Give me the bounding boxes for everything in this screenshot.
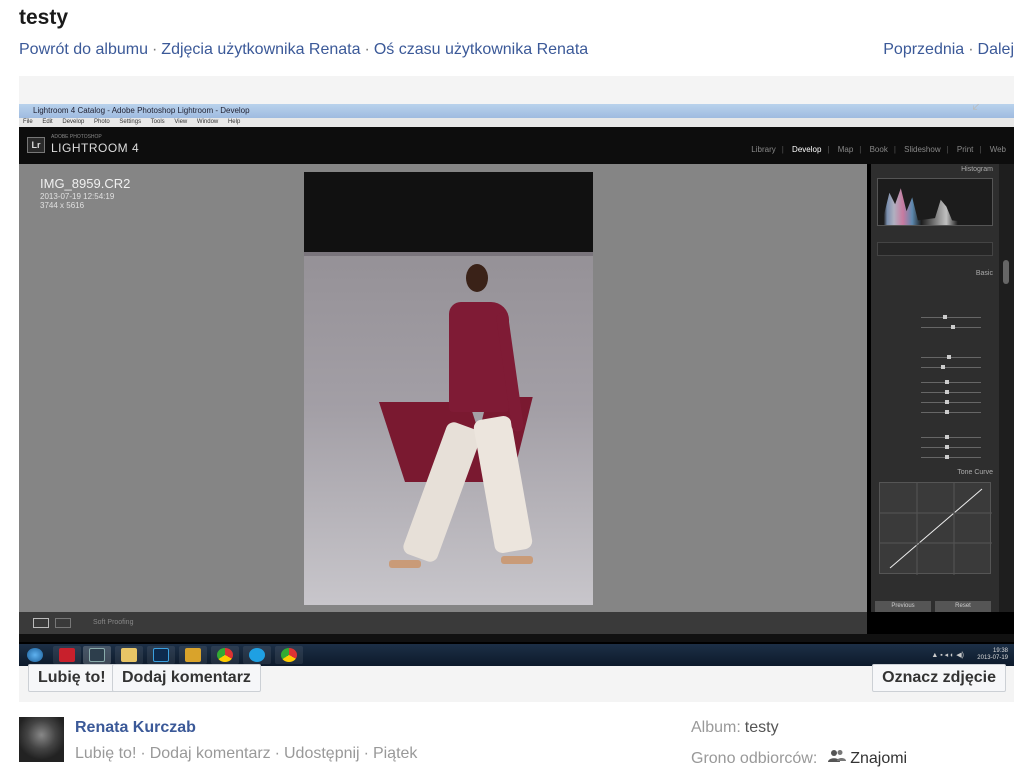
menu-item: View xyxy=(174,119,188,125)
tone-curve-graph xyxy=(879,482,992,575)
lightroom-task-icon xyxy=(83,646,111,664)
tool-strip xyxy=(877,242,993,256)
photoshop-icon xyxy=(147,646,175,664)
windows-taskbar: ▲ ▪ ◂ ◐ ◀) 19:38 2013-07-19 xyxy=(19,644,1014,666)
start-icon xyxy=(21,646,49,664)
module-web: Web xyxy=(989,145,1006,154)
post-actions: Lubię to! · Dodaj komentarz · Udostępnij · Pią… xyxy=(75,745,417,763)
chrome-icon xyxy=(211,646,239,664)
friends-icon xyxy=(827,750,850,767)
basic-label: Basic xyxy=(975,270,993,277)
reset-button: Reset xyxy=(935,601,991,612)
module-print: Print xyxy=(956,145,974,154)
next-link[interactable]: Dalej xyxy=(978,41,1014,58)
image-size: 3744 x 5616 xyxy=(40,201,85,210)
image-name: IMG_8959.CR2 xyxy=(40,176,131,191)
photo[interactable]: Lightroom 4 Catalog - Adobe Photoshop Li… xyxy=(19,104,1014,666)
clock-time: 19:38 xyxy=(992,648,1008,654)
skype-icon xyxy=(243,646,271,664)
browser-icon xyxy=(275,646,303,664)
share-link[interactable]: Udostępnij xyxy=(284,745,360,762)
separator: · xyxy=(140,745,146,762)
page-title: testy xyxy=(19,6,69,29)
develop-panel: Histogram Basic Tone Curve Previous Reset xyxy=(871,164,999,612)
module-map: Map xyxy=(837,145,854,154)
back-to-album-link[interactable]: Powrót do albumu xyxy=(19,41,148,58)
clock: 19:38 2013-07-19 xyxy=(977,648,1008,662)
user-photos-link[interactable]: Zdjęcia użytkownika Renata xyxy=(161,41,360,58)
previous-link[interactable]: Poprzednia xyxy=(883,41,964,58)
module-book: Book xyxy=(869,145,888,154)
lightroom-logo-icon: Lr xyxy=(27,137,45,153)
window-menu: File Edit Develop Photo Settings Tools V… xyxy=(19,118,1014,127)
panel-buttons: Previous Reset xyxy=(875,594,995,612)
soft-proofing-label: Soft Proofing xyxy=(93,619,134,626)
separator: · xyxy=(274,745,280,762)
author-name[interactable]: Renata Kurczab xyxy=(75,719,196,737)
album-row: Album: testy xyxy=(691,719,779,737)
compare-view-icon xyxy=(55,618,71,628)
image-view: IMG_8959.CR2 2013-07-19 12:54:19 3744 x … xyxy=(19,164,867,612)
menu-item: Edit xyxy=(42,119,53,125)
loupe-view-icon xyxy=(33,618,49,628)
lightroom-header: Lr ADOBE PHOTOSHOP LIGHTROOM 4 Library | … xyxy=(19,127,1014,164)
module-library: Library xyxy=(751,145,776,154)
comment-link[interactable]: Dodaj komentarz xyxy=(150,745,271,762)
album-value[interactable]: testy xyxy=(745,719,779,736)
audience-label: Grono odbiorców: xyxy=(691,750,818,767)
clock-date: 2013-07-19 xyxy=(977,655,1008,661)
menu-item: Settings xyxy=(119,119,142,125)
tone-curve-label: Tone Curve xyxy=(957,469,993,476)
brand: LIGHTROOM 4 xyxy=(51,141,140,155)
image-meta: 2013-07-19 12:54:19 3744 x 5616 xyxy=(40,192,114,210)
menu-item: Develop xyxy=(62,119,85,125)
separator: · xyxy=(363,745,369,762)
tag-photo-button[interactable]: Oznacz zdjęcie xyxy=(872,664,1006,692)
folder-icon xyxy=(115,646,143,664)
menu-item: Photo xyxy=(94,119,110,125)
tray-icons: ▲ ▪ ◂ ◐ ◀) xyxy=(931,652,964,659)
model-photo xyxy=(304,172,593,605)
module-picker: Library | Develop | Map | Book | Slideshow | … xyxy=(751,145,1006,154)
menu-item: Window xyxy=(196,119,219,125)
like-link[interactable]: Lubię to! xyxy=(75,745,136,762)
menu-item: Tools xyxy=(150,119,165,125)
breadcrumb: Powrót do albumu · Zdjęcia użytkownika Ren… xyxy=(19,41,588,59)
menu-item: File xyxy=(23,119,33,125)
histogram xyxy=(877,178,993,226)
expand-icon[interactable]: ⤢ xyxy=(972,104,994,114)
module-develop: Develop xyxy=(792,145,822,154)
separator: · xyxy=(364,41,370,58)
menu-item: Help xyxy=(227,119,241,125)
lr-toolbar: Soft Proofing xyxy=(19,612,867,634)
window-title-bar: Lightroom 4 Catalog - Adobe Photoshop Li… xyxy=(19,104,1014,118)
photo-pager: Poprzednia · Dalej xyxy=(883,41,1014,59)
media-icon xyxy=(179,646,207,664)
user-timeline-link[interactable]: Oś czasu użytkownika Renata xyxy=(374,41,588,58)
avatar[interactable] xyxy=(19,717,64,762)
module-slideshow: Slideshow xyxy=(904,145,941,154)
previous-button: Previous xyxy=(875,601,931,612)
audience-row: Grono odbiorców: Znajomi xyxy=(691,749,907,768)
brand-small: ADOBE PHOTOSHOP xyxy=(51,134,102,140)
album-label: Album: xyxy=(691,719,741,736)
separator: · xyxy=(968,41,974,58)
panel-scrollbar xyxy=(999,164,1014,612)
acrobat-icon xyxy=(53,646,81,664)
filmstrip-bar xyxy=(19,634,1014,642)
image-date: 2013-07-19 12:54:19 xyxy=(40,192,115,201)
histogram-label: Histogram xyxy=(961,166,993,173)
like-button[interactable]: Lubię to! xyxy=(28,664,116,692)
audience-value[interactable]: Znajomi xyxy=(850,750,907,767)
add-comment-button[interactable]: Dodaj komentarz xyxy=(112,664,261,692)
separator: · xyxy=(151,41,158,58)
timestamp[interactable]: Piątek xyxy=(373,745,417,762)
